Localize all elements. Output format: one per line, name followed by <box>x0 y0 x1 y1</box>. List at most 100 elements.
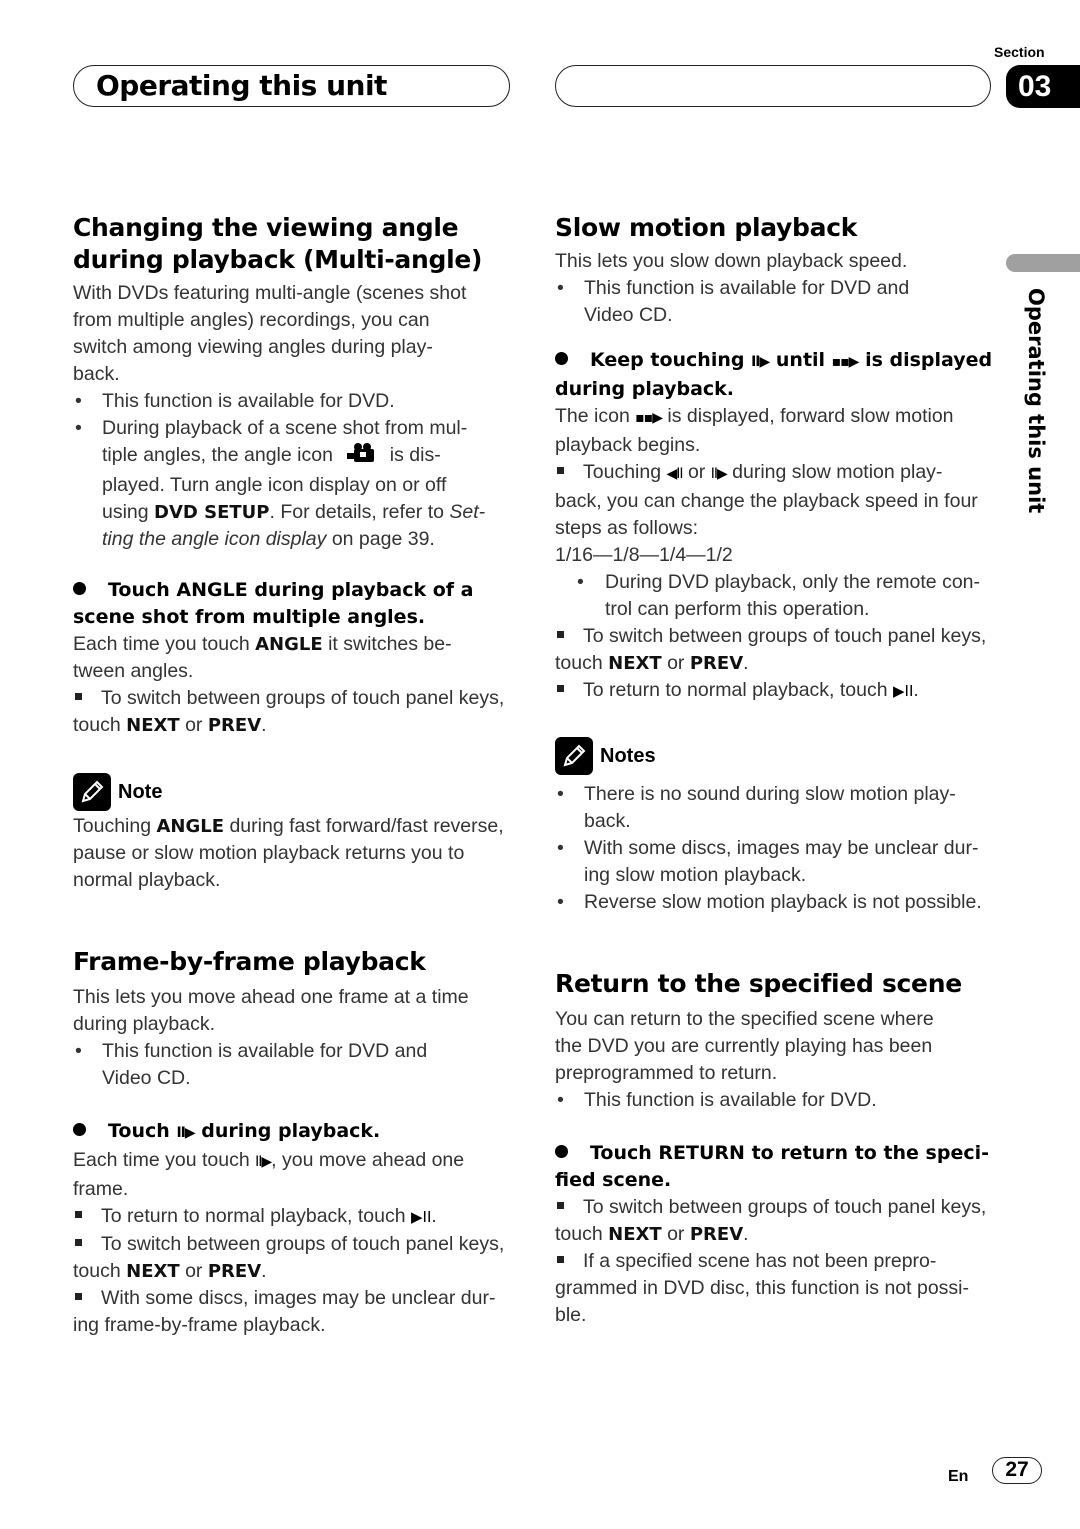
text-line: grammed in DVD disc, this function is no… <box>555 1277 969 1299</box>
text-line: the DVD you are currently playing has be… <box>555 1035 933 1057</box>
right-column: Slow motion playback This lets you slow … <box>555 212 995 916</box>
step-reverse-icon: ◀II <box>666 466 683 482</box>
text-line: To switch between groups of touch panel … <box>101 1233 505 1255</box>
angle-bullet-dvd: This function is available for DVD. <box>73 388 513 415</box>
square-bullet-icon <box>75 1293 82 1300</box>
text-line: During DVD playback, only the remote con… <box>605 571 981 593</box>
text-line: during playback. <box>555 378 735 400</box>
slow-step-desc: The icon ▪▪▶ is displayed, forward slow … <box>555 403 995 459</box>
side-tab-marker <box>1006 254 1080 272</box>
text-line: back, you can change the playback speed … <box>555 490 978 512</box>
text-line: back. <box>584 810 631 832</box>
text-line: . <box>261 714 267 736</box>
text-line: To switch between groups of touch panel … <box>101 687 505 709</box>
cross-reference: ting the angle icon display <box>102 528 327 550</box>
text-line: This function is available for DVD and <box>102 1040 428 1062</box>
text-line: normal playback. <box>73 869 221 891</box>
heading-slow-motion: Slow motion playback <box>555 213 858 242</box>
text-line: Touching <box>583 461 662 483</box>
step-bullet-icon <box>555 1145 568 1158</box>
step-forward-icon: II▶ <box>751 354 770 370</box>
return-square-note: To switch between groups of touch panel … <box>555 1194 995 1248</box>
text-line: or <box>667 652 685 674</box>
note-header: Note <box>73 773 513 811</box>
frame-square-note: To return to normal playback, touch ▶II. <box>73 1203 513 1231</box>
text-line: during fast forward/fast reverse, <box>229 815 504 837</box>
text-line: or <box>667 1223 685 1245</box>
page-number: 27 <box>992 1457 1042 1484</box>
next-term: NEXT <box>608 653 662 674</box>
heading-frame-by-frame: Frame-by-frame playback <box>73 947 426 976</box>
step-bullet-icon <box>555 352 568 365</box>
text-line: is displayed <box>865 349 993 371</box>
text-line: This lets you move ahead one frame at a … <box>73 986 469 1008</box>
header-blank-pill <box>555 65 991 107</box>
text-line: during playback. <box>73 1013 216 1035</box>
text-line: is dis- <box>389 444 441 466</box>
text-line: tween angles. <box>73 660 194 682</box>
text-line: Touch ANGLE during playback of a <box>108 579 474 601</box>
heading-line: during playback (Multi-angle) <box>73 245 483 274</box>
frame-step-desc: Each time you touch II▶, you move ahead … <box>73 1147 513 1203</box>
step-bullet-icon <box>73 582 86 595</box>
text-line: from multiple angles) recordings, you ca… <box>73 309 430 331</box>
text-line: During playback of a scene shot from mul… <box>102 417 468 439</box>
section-number-badge: 03 <box>1006 65 1080 108</box>
frame-intro: This lets you move ahead one frame at a … <box>73 984 513 1038</box>
slow-motion-indicator-icon: ▪▪▶ <box>635 410 663 426</box>
step-bullet-icon <box>73 1123 86 1136</box>
notes-bullet: There is no sound during slow motion pla… <box>555 781 995 835</box>
text-line: tiple angles, the angle icon <box>102 444 333 466</box>
frame-bullet: This function is available for DVD and V… <box>73 1038 513 1092</box>
text-line: played. Turn angle icon display on or of… <box>102 474 447 496</box>
text-line: switch among viewing angles during play- <box>73 336 433 358</box>
text-line: trol can perform this operation. <box>605 598 870 620</box>
slow-square-note: Touching ◀II or II▶ during slow motion p… <box>555 459 995 569</box>
text-line: during playback. <box>201 1120 381 1142</box>
text-line: This function is available for DVD and <box>584 277 910 299</box>
header-title-pill: Operating this unit <box>73 65 510 107</box>
text-line: on page 39. <box>331 528 435 550</box>
text-line: With some discs, images may be unclear d… <box>584 837 979 859</box>
text-line: scene shot from multiple angles. <box>73 606 426 628</box>
step-forward-icon: II▶ <box>176 1125 195 1141</box>
text-line: Video CD. <box>102 1067 191 1089</box>
notes-header: Notes <box>555 737 995 775</box>
square-bullet-icon <box>557 1256 564 1263</box>
note-label: Note <box>118 780 163 803</box>
heading-multi-angle: Changing the viewing angle during playba… <box>73 212 513 276</box>
cross-reference: Set- <box>449 501 486 523</box>
next-term: NEXT <box>608 1224 662 1245</box>
return-bullet: This function is available for DVD. <box>555 1087 995 1114</box>
text-line: To return to normal playback, touch <box>101 1205 406 1227</box>
angle-intro: With DVDs featuring multi-angle (scenes … <box>73 280 513 388</box>
text-line: frame. <box>73 1178 129 1200</box>
text-line: The icon <box>555 405 630 427</box>
frame-square-note: With some discs, images may be unclear d… <box>73 1285 513 1339</box>
notes-bullet: With some discs, images may be unclear d… <box>555 835 995 889</box>
text-line: There is no sound during slow motion pla… <box>584 783 956 805</box>
text-line: You can return to the specified scene wh… <box>555 1008 934 1030</box>
frame-section: Frame-by-frame playback This lets you mo… <box>73 946 513 1339</box>
text-line: Keep touching <box>590 349 745 371</box>
angle-camera-icon <box>346 442 378 472</box>
text-line: , you move ahead one <box>271 1149 465 1171</box>
text-line: With DVDs featuring multi-angle (scenes … <box>73 282 467 304</box>
frame-square-note: To switch between groups of touch panel … <box>73 1231 513 1285</box>
step-forward-icon: II▶ <box>710 466 728 482</box>
speed-steps: 1/16—1/8—1/4—1/2 <box>555 544 733 566</box>
text-line: ing slow motion playback. <box>584 864 807 886</box>
prev-term: PREV <box>689 1224 744 1245</box>
text-line: pause or slow motion playback returns yo… <box>73 842 465 864</box>
text-line: Touching <box>73 815 152 837</box>
text-line: touch <box>555 1223 603 1245</box>
return-section: Return to the specified scene You can re… <box>555 968 995 1329</box>
text-line: steps as follows: <box>555 517 699 539</box>
prev-term: PREV <box>689 653 744 674</box>
text-line: Video CD. <box>584 304 673 326</box>
slow-bullet: This function is available for DVD and V… <box>555 275 995 329</box>
text-line: using <box>102 501 149 523</box>
language-label: En <box>948 1468 969 1485</box>
return-square-note: If a specified scene has not been prepro… <box>555 1248 995 1329</box>
slow-square-note: To return to normal playback, touch ▶II. <box>555 677 995 705</box>
